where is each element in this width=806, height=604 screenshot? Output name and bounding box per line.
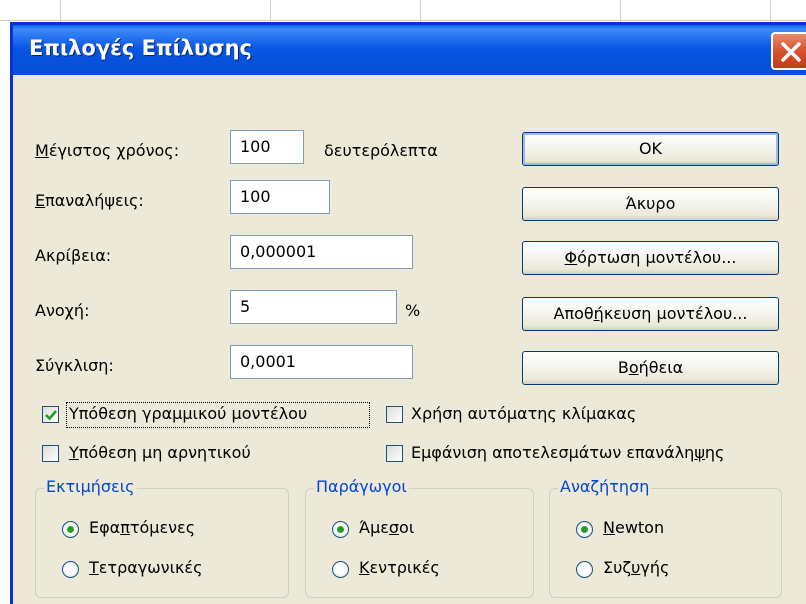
linear-model-checkbox[interactable] [42,406,59,423]
central-label[interactable]: Κεντρικές [359,558,440,577]
checkmark-icon [45,410,57,421]
estimates-group-title: Εκτιμήσεις [44,477,137,496]
newton-radio[interactable] [576,521,593,538]
tolerance-input[interactable]: 5 [230,290,397,324]
precision-input[interactable]: 0,000001 [230,235,413,269]
precision-label: Ακρίβεια: [35,246,112,265]
derivatives-group: Παράγωγοι Άμεσοι Κεντρικές [305,477,534,598]
estimates-group: Εκτιμήσεις Εφαπτόμενες Τετραγωνικές [35,477,289,598]
max-time-input[interactable]: 100 [230,130,304,164]
load-model-button[interactable]: Φόρτωση μοντέλου... [522,241,779,275]
auto-scaling-checkbox[interactable] [386,406,403,423]
tangent-radio[interactable] [62,521,79,538]
save-model-button[interactable]: Αποθήκευση μοντέλου... [522,297,779,331]
radio-selected-dot [581,526,588,533]
tolerance-unit: % [405,301,421,320]
dialog-title: Επιλογές Επίλυσης [29,36,252,60]
max-time-label: Μέγιστος χρόνος: [35,141,180,160]
tangent-label[interactable]: Εφαπτόμενες [89,518,195,537]
conjugate-radio[interactable] [576,561,593,578]
show-iteration-label[interactable]: Εμφάνιση αποτελεσμάτων επανάληψης [411,443,724,462]
cancel-button[interactable]: Άκυρο [522,187,779,221]
non-negative-label[interactable]: Υπόθεση μη αρνητικού [69,443,251,462]
central-radio[interactable] [332,561,349,578]
iterations-label: Επαναλήψεις: [35,191,144,210]
newton-label[interactable]: Newton [603,518,664,537]
convergence-input[interactable]: 0,0001 [230,345,413,379]
ok-button[interactable]: OK [522,132,779,166]
radio-selected-dot [337,526,344,533]
forward-label[interactable]: Άμεσοι [359,518,414,537]
help-button[interactable]: Βοήθεια [522,351,779,385]
title-bar[interactable]: Επιλογές Επίλυσης [13,25,806,75]
show-iteration-checkbox[interactable] [386,445,403,462]
auto-scaling-label[interactable]: Χρήση αυτόματης κλίμακας [411,404,636,423]
close-button[interactable] [771,32,806,70]
quadratic-radio[interactable] [62,561,79,578]
non-negative-checkbox[interactable] [42,445,59,462]
derivatives-group-title: Παράγωγοι [314,477,409,496]
close-icon [781,42,801,62]
max-time-unit: δευτερόλεπτα [324,141,438,160]
search-group-title: Αναζήτηση [558,477,652,496]
tolerance-label: Ανοχή: [35,301,90,320]
convergence-label: Σύγκλιση: [35,356,114,375]
radio-selected-dot [67,526,74,533]
forward-radio[interactable] [332,521,349,538]
conjugate-label[interactable]: Συζυγής [603,558,669,577]
quadratic-label[interactable]: Τετραγωνικές [89,558,202,577]
iterations-input[interactable]: 100 [230,180,330,214]
linear-model-label[interactable]: Υπόθεση γραμμικού μοντέλου [69,404,307,423]
search-group: Αναζήτηση Newton Συζυγής [549,477,782,598]
solver-options-dialog: Επιλογές Επίλυσης Μέγιστος χρόνος: 100 δ… [10,22,806,604]
